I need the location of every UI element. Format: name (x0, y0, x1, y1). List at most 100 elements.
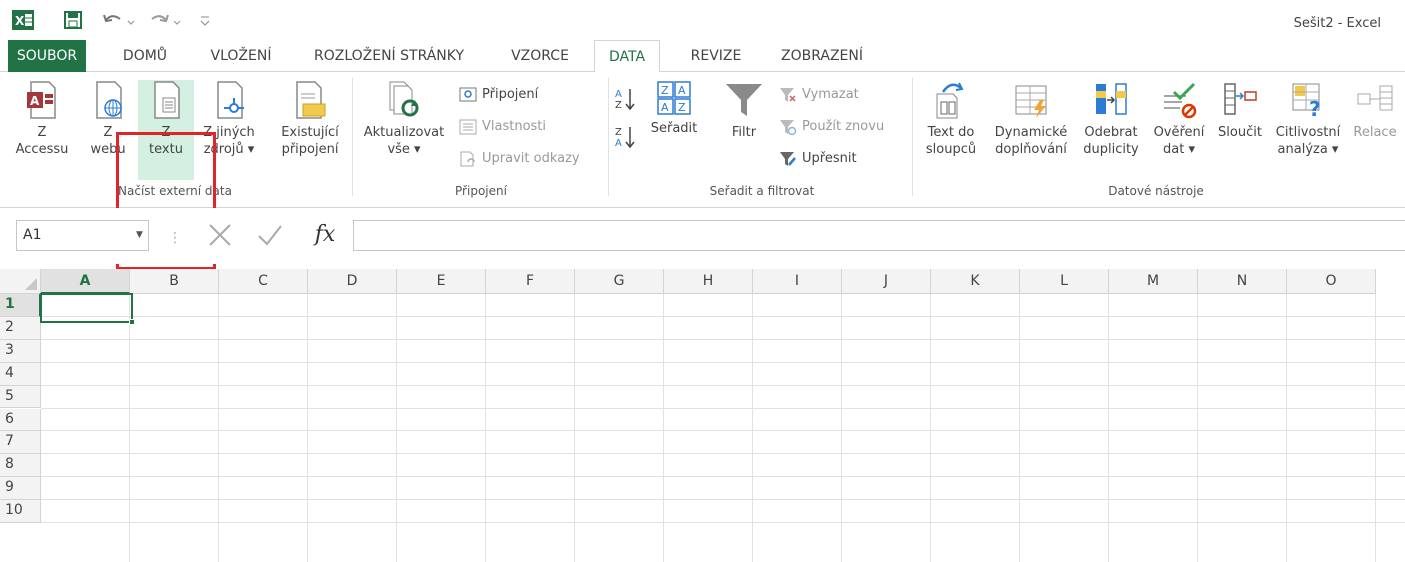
undo-icon[interactable] (100, 10, 140, 30)
tab-home[interactable]: DOMŮ (100, 40, 190, 72)
tab-file[interactable]: SOUBOR (8, 40, 86, 72)
insert-function-button[interactable]: fx (305, 220, 345, 251)
column-header-b[interactable]: B (130, 269, 219, 294)
edit-links-button[interactable]: Upravit odkazy (458, 148, 580, 170)
relationships-label: Relace (1353, 125, 1397, 140)
connections-button[interactable]: Připojení (458, 84, 538, 106)
what-if-analysis-button[interactable]: ? Citlivostní analýza ▾ (1270, 80, 1346, 180)
row-header-2[interactable]: 2 (0, 316, 41, 340)
filter-button[interactable]: Filtr (716, 80, 772, 180)
group-label-external-data: Načíst externí data (118, 184, 232, 198)
flash-fill-button[interactable]: Dynamické doplňování (988, 80, 1074, 180)
from-text-label-2: textu (149, 142, 183, 157)
connections-label: Připojení (482, 87, 539, 102)
formula-input[interactable] (353, 220, 1405, 251)
advanced-filter-button[interactable]: Upřesnit (778, 148, 857, 170)
svg-text:A: A (615, 89, 622, 100)
from-web-label-1: Z (103, 125, 113, 140)
relationships-button[interactable]: Relace (1348, 80, 1402, 180)
svg-text:A: A (678, 84, 686, 97)
edit-links-label: Upravit odkazy (482, 151, 580, 166)
cancel-formula-icon[interactable] (206, 222, 234, 255)
sort-a-z-button[interactable]: AZ (612, 86, 638, 116)
tab-view[interactable]: ZOBRAZENÍ (766, 40, 878, 72)
column-header-m[interactable]: M (1109, 269, 1198, 294)
from-other-sources-button[interactable]: Z jiných zdrojů ▾ (196, 80, 262, 180)
column-header-a[interactable]: A (41, 269, 130, 294)
column-header-l[interactable]: L (1020, 269, 1109, 294)
consolidate-button[interactable]: Sloučit (1210, 80, 1270, 180)
from-access-button[interactable]: A Z Accessu (8, 80, 76, 180)
from-access-label-2: Accessu (15, 142, 69, 157)
data-validation-button[interactable]: Ověření dat ▾ (1148, 80, 1210, 180)
existing-connections-button[interactable]: Existující připojení (270, 80, 350, 180)
grid-hline (41, 453, 1405, 455)
row-header-1[interactable]: 1 (0, 294, 41, 317)
name-box-dropdown-icon[interactable]: ▼ (136, 230, 143, 240)
remove-duplicates-button[interactable]: Odebrat duplicity (1076, 80, 1146, 180)
save-icon[interactable] (60, 10, 86, 30)
column-header-f[interactable]: F (486, 269, 575, 294)
properties-button[interactable]: Vlastnosti (458, 116, 546, 138)
grid-hline (41, 499, 1405, 501)
clear-filter-icon (780, 88, 796, 102)
column-header-o[interactable]: O (1287, 269, 1376, 294)
what-if-analysis-icon: ? (1292, 83, 1321, 120)
filter-label: Filtr (731, 125, 757, 140)
edit-links-icon (460, 151, 475, 167)
refresh-all-button[interactable]: Aktualizovat vše ▾ (356, 80, 452, 180)
select-all-triangle-icon (25, 278, 37, 290)
sort-z-a-button[interactable]: ZA (612, 124, 638, 154)
web-globe-icon (96, 81, 122, 119)
row-header-3[interactable]: 3 (0, 339, 41, 363)
fill-handle[interactable] (129, 319, 135, 325)
row-header-7[interactable]: 7 (0, 431, 41, 455)
window-title: Sešit2 - Excel (1293, 16, 1381, 31)
tab-data[interactable]: DATA (594, 40, 660, 73)
name-box[interactable]: A1 (16, 220, 149, 251)
row-header-10[interactable]: 10 (0, 500, 41, 523)
from-web-label-2: webu (90, 142, 126, 157)
from-web-button[interactable]: Z webu (84, 80, 132, 180)
customize-qat-icon[interactable] (194, 10, 216, 30)
confirm-formula-icon[interactable] (256, 222, 284, 255)
tab-page-layout[interactable]: ROZLOŽENÍ STRÁNKY (296, 40, 482, 72)
column-header-j[interactable]: J (842, 269, 931, 294)
sort-button[interactable]: ZAAZ Seřadit (644, 80, 704, 180)
tab-formulas[interactable]: VZORCE (496, 40, 584, 72)
column-header-i[interactable]: I (753, 269, 842, 294)
connections-icon (459, 87, 477, 102)
row-header-9[interactable]: 9 (0, 477, 41, 501)
from-text-button[interactable]: Z textu (138, 80, 194, 180)
group-label-data-tools: Datové nástroje (1108, 184, 1204, 198)
reapply-icon (780, 120, 797, 136)
existing-label-2: připojení (281, 142, 339, 157)
column-header-h[interactable]: H (664, 269, 753, 294)
sort-ascending-icon: AZ (615, 89, 635, 111)
svg-text:?: ? (1309, 97, 1321, 120)
grid-hline (41, 338, 1405, 340)
clear-filter-button[interactable]: Vymazat (778, 84, 859, 106)
tab-insert[interactable]: VLOŽENÍ (196, 40, 286, 72)
column-header-k[interactable]: K (931, 269, 1020, 294)
column-header-c[interactable]: C (219, 269, 308, 294)
row-header-5[interactable]: 5 (0, 385, 41, 409)
row-header-4[interactable]: 4 (0, 362, 41, 386)
row-header-6[interactable]: 6 (0, 408, 41, 432)
select-all-corner[interactable] (0, 269, 41, 294)
tab-review[interactable]: REVIZE (676, 40, 756, 72)
svg-text:A: A (661, 101, 669, 114)
grid-hline (41, 430, 1405, 432)
row-header-8[interactable]: 8 (0, 454, 41, 478)
column-header-d[interactable]: D (308, 269, 397, 294)
redo-icon[interactable] (146, 10, 186, 30)
column-header-g[interactable]: G (575, 269, 664, 294)
reapply-button[interactable]: Použít znovu (778, 116, 884, 138)
active-cell-a1[interactable] (40, 293, 133, 323)
text-to-columns-button[interactable]: Text do sloupců (916, 80, 986, 180)
column-header-n[interactable]: N (1198, 269, 1287, 294)
grid-hline (41, 522, 1405, 523)
group-label-connections: Připojení (455, 184, 507, 198)
column-header-e[interactable]: E (397, 269, 486, 294)
worksheet-grid: ABCDEFGHIJKLMNO 1 2 3 4 5 6 7 8 9 10 (0, 264, 1405, 562)
